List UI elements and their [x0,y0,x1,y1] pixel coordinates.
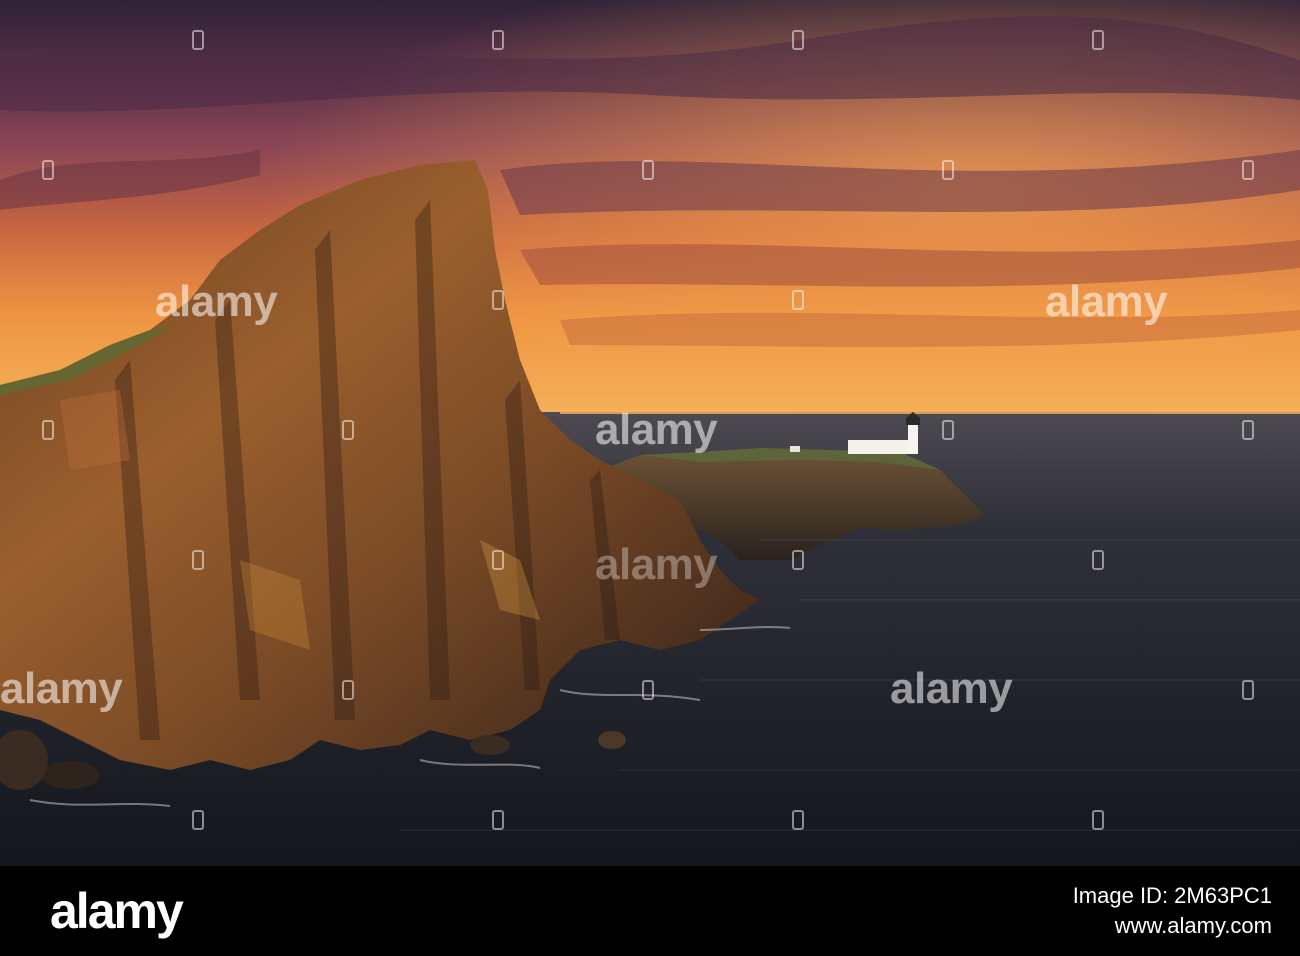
watermark-mark-icon [492,290,504,310]
watermark-mark-icon [792,810,804,830]
watermark-mark-icon [792,30,804,50]
watermark-mark-icon [942,160,954,180]
watermark-mark-icon [492,30,504,50]
stock-footer-bar: alamy Image ID: 2M63PC1 www.alamy.com [0,866,1300,956]
watermark-mark-icon [642,680,654,700]
watermark-mark-icon [1092,810,1104,830]
watermark-mark-icon [642,160,654,180]
stock-photo-frame: alamy alamy alamy alamy alamy alamy alam… [0,0,1300,956]
watermark-mark-icon [192,810,204,830]
image-id: Image ID: 2M63PC1 [1072,883,1272,909]
site-url[interactable]: www.alamy.com [1073,911,1272,941]
watermark-mark-icon [1092,30,1104,50]
watermark-mark-icon [342,680,354,700]
watermark-mark-icon [942,420,954,440]
coastal-cliff-lighthouse-image [0,0,1300,866]
landscape-photo: alamy alamy alamy alamy alamy alamy [0,0,1300,866]
watermark-mark-icon [1092,550,1104,570]
watermark-mark-icon [42,420,54,440]
watermark-mark-icon [492,550,504,570]
watermark-mark-icon [1242,680,1254,700]
watermark-mark-icon [192,550,204,570]
watermark-mark-icon [42,160,54,180]
watermark-mark-icon [792,550,804,570]
image-info: Image ID: 2M63PC1 www.alamy.com [1073,881,1272,940]
watermark-mark-icon [192,30,204,50]
watermark-mark-icon [342,420,354,440]
alamy-logo[interactable]: alamy [50,882,184,940]
watermark-mark-icon [1242,420,1254,440]
watermark-mark-icon [492,810,504,830]
watermark-mark-icon [1242,160,1254,180]
watermark-mark-icon [792,290,804,310]
